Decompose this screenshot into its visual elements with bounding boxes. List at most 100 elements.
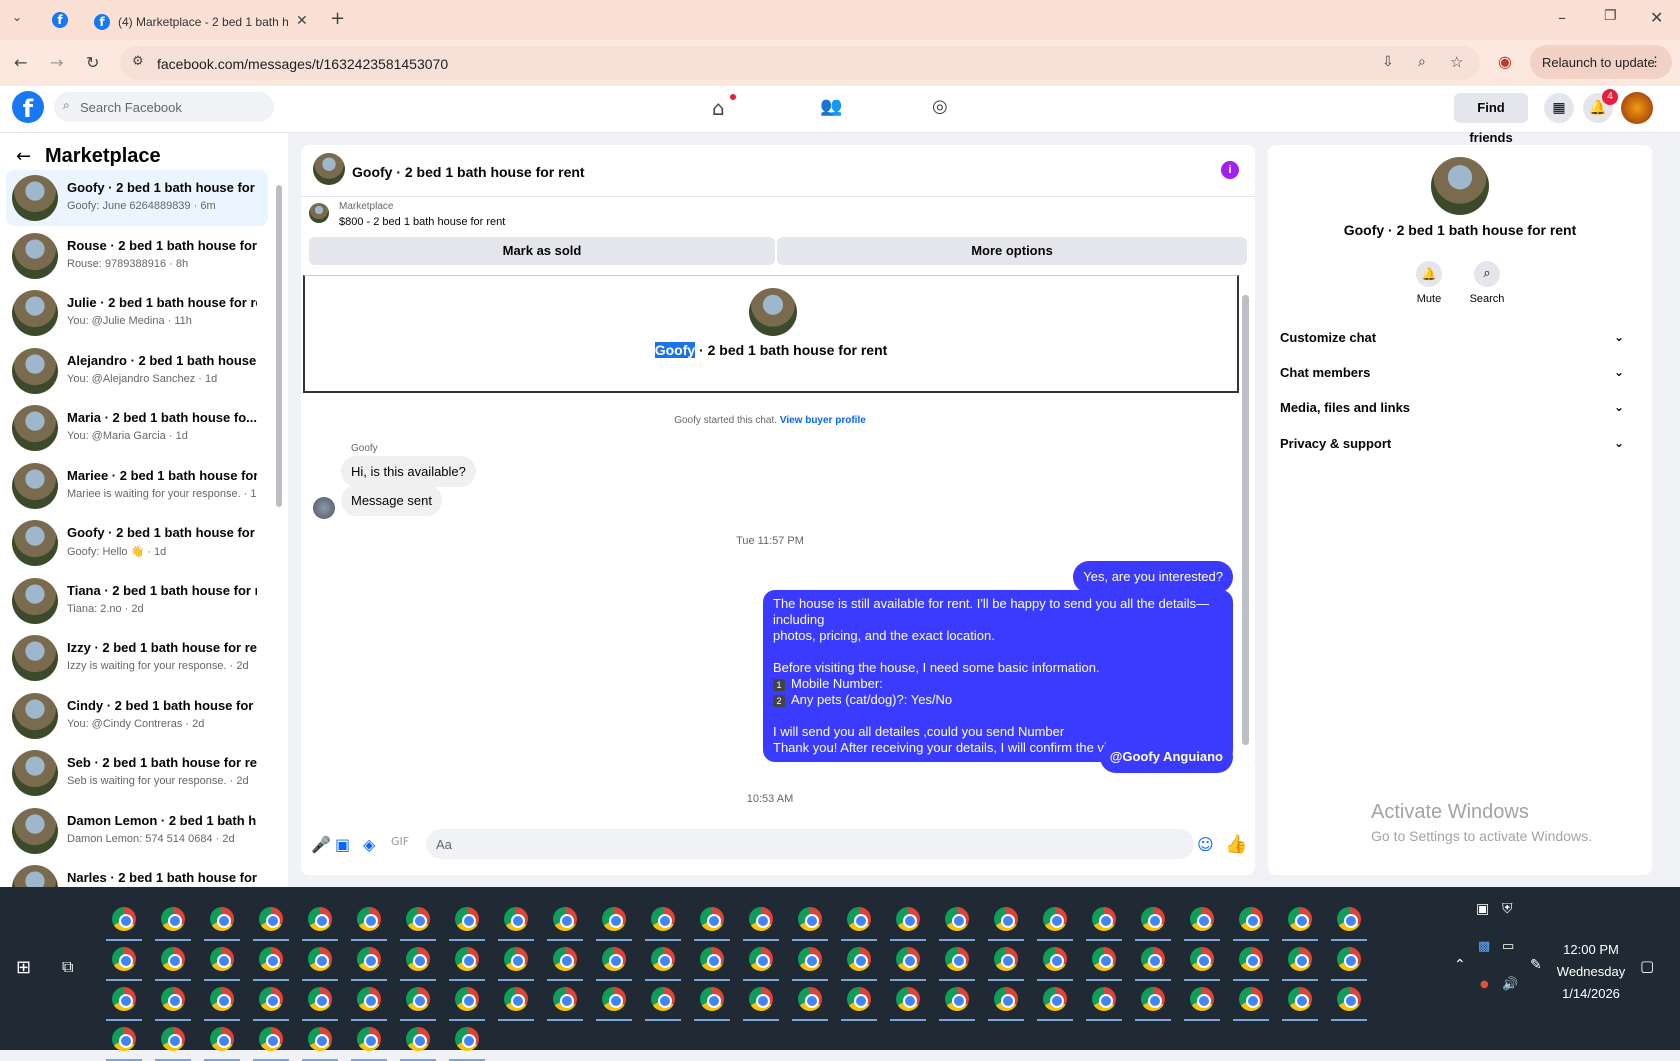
chrome-taskbar-icon[interactable] [1141, 987, 1165, 1011]
outgoing-message-long[interactable]: The house is still available for rent. I… [763, 590, 1233, 762]
install-app-icon[interactable]: ⇩ [1382, 54, 1394, 70]
scrollbar[interactable] [276, 185, 282, 507]
chrome-taskbar-icon[interactable] [455, 1027, 479, 1051]
chrome-taskbar-icon[interactable] [112, 947, 136, 971]
photo-icon[interactable]: ▣ [335, 835, 350, 854]
chrome-taskbar-icon[interactable] [112, 1027, 136, 1051]
groups-icon[interactable]: ◎ [932, 96, 948, 117]
chrome-taskbar-icon[interactable] [1288, 987, 1312, 1011]
pinned-tab-facebook[interactable]: f [42, 6, 78, 40]
chrome-taskbar-icon[interactable] [112, 907, 136, 931]
task-view-icon[interactable]: ⧉ [62, 957, 73, 977]
details-avatar[interactable] [1431, 157, 1489, 215]
chrome-taskbar-icon[interactable] [553, 947, 577, 971]
chrome-taskbar-icon[interactable] [798, 987, 822, 1011]
chrome-taskbar-icon[interactable] [1337, 987, 1361, 1011]
chrome-taskbar-icon[interactable] [1043, 987, 1067, 1011]
chrome-taskbar-icon[interactable] [651, 907, 675, 931]
chrome-taskbar-icon[interactable] [406, 987, 430, 1011]
network-icon[interactable]: ▭ [1502, 939, 1514, 954]
chrome-taskbar-icon[interactable] [602, 907, 626, 931]
chrome-taskbar-icon[interactable] [308, 987, 332, 1011]
chrome-taskbar-icon[interactable] [357, 987, 381, 1011]
chrome-taskbar-icon[interactable] [945, 907, 969, 931]
chrome-taskbar-icon[interactable] [1239, 907, 1263, 931]
account-avatar[interactable] [1621, 92, 1653, 124]
incoming-message[interactable]: Message sent [341, 485, 442, 516]
chrome-taskbar-icon[interactable] [1092, 907, 1116, 931]
chrome-taskbar-icon[interactable] [994, 907, 1018, 931]
new-tab-icon[interactable]: + [330, 8, 345, 29]
zoom-icon[interactable]: ⌕ [1418, 54, 1426, 70]
chrome-taskbar-icon[interactable] [847, 987, 871, 1011]
chrome-taskbar-icon[interactable] [1337, 947, 1361, 971]
conversation-item[interactable]: Izzy · 2 bed 1 bath house for rent Izzy i… [6, 630, 268, 686]
chrome-taskbar-icon[interactable] [994, 987, 1018, 1011]
battery-icon[interactable]: ● [1480, 979, 1489, 990]
chrome-taskbar-icon[interactable] [161, 907, 185, 931]
info-icon[interactable]: i [1221, 161, 1239, 179]
more-options-button[interactable]: More options [777, 237, 1247, 265]
profile-icon[interactable]: ◉ [1498, 52, 1512, 71]
chrome-taskbar-icon[interactable] [1190, 987, 1214, 1011]
chrome-taskbar-icon[interactable] [553, 987, 577, 1011]
chat-title[interactable]: Goofy · 2 bed 1 bath house for rent [352, 164, 585, 180]
chrome-taskbar-icon[interactable] [455, 907, 479, 931]
chrome-taskbar-icon[interactable] [1141, 907, 1165, 931]
chrome-taskbar-icon[interactable] [1288, 947, 1312, 971]
chrome-taskbar-icon[interactable] [357, 947, 381, 971]
chrome-taskbar-icon[interactable] [504, 907, 528, 931]
gif-icon[interactable]: GIF [391, 835, 409, 848]
chrome-taskbar-icon[interactable] [1092, 947, 1116, 971]
sticker-icon[interactable]: ◈ [363, 835, 375, 854]
chat-avatar[interactable] [313, 153, 345, 185]
conversation-item[interactable]: Mariee · 2 bed 1 bath house for ... Marie… [6, 458, 268, 514]
chrome-taskbar-icon[interactable] [161, 947, 185, 971]
chrome-taskbar-icon[interactable] [112, 987, 136, 1011]
chrome-taskbar-icon[interactable] [210, 987, 234, 1011]
chrome-taskbar-icon[interactable] [210, 907, 234, 931]
find-friends-button[interactable]: Find friends [1454, 93, 1528, 145]
chrome-taskbar-icon[interactable] [945, 987, 969, 1011]
forward-icon[interactable]: → [50, 53, 63, 72]
media-files-links-item[interactable]: Media, files and links ⌄ [1280, 400, 1636, 430]
chrome-taskbar-icon[interactable] [847, 907, 871, 931]
window-close-icon[interactable]: ✕ [1650, 8, 1663, 27]
conversation-item[interactable]: Maria · 2 bed 1 bath house fo... You: @Ma… [6, 400, 268, 456]
chrome-taskbar-icon[interactable] [1190, 907, 1214, 931]
chrome-taskbar-icon[interactable] [896, 907, 920, 931]
chrome-taskbar-icon[interactable] [749, 907, 773, 931]
sender-avatar[interactable] [313, 497, 335, 519]
incoming-message[interactable]: Hi, is this available? [341, 456, 476, 487]
conversation-item[interactable]: Cindy · 2 bed 1 bath house for r... You: … [6, 688, 268, 744]
search-icon[interactable]: ⌕ [1474, 261, 1500, 287]
conversation-item[interactable]: Seb · 2 bed 1 bath house for rent Seb is … [6, 745, 268, 801]
chrome-taskbar-icon[interactable] [259, 987, 283, 1011]
chrome-taskbar-icon[interactable] [161, 987, 185, 1011]
chrome-taskbar-icon[interactable] [700, 987, 724, 1011]
site-info-icon[interactable]: ⚙ [132, 54, 144, 69]
conversation-item[interactable]: Goofy · 2 bed 1 bath house for r... Goofy… [6, 515, 268, 571]
back-icon[interactable]: ← [14, 53, 27, 72]
chrome-taskbar-icon[interactable] [553, 907, 577, 931]
conversation-item[interactable]: Damon Lemon · 2 bed 1 bath h... Damon Lem… [6, 803, 268, 859]
home-icon[interactable]: ⌂ [712, 96, 725, 120]
microphone-icon[interactable]: 🎤 [311, 835, 331, 854]
reload-icon[interactable]: ↻ [86, 53, 99, 72]
notification-center-icon[interactable]: ▢ [1640, 957, 1654, 975]
restore-icon[interactable]: ❐ [1604, 8, 1617, 24]
chrome-taskbar-icon[interactable] [945, 947, 969, 971]
chrome-taskbar-icon[interactable] [455, 987, 479, 1011]
listing-title[interactable]: $800 - 2 bed 1 bath house for rent [339, 216, 505, 228]
more-menu-icon[interactable]: ⋮ [1649, 54, 1662, 70]
chrome-taskbar-icon[interactable] [1043, 947, 1067, 971]
chrome-taskbar-icon[interactable] [896, 987, 920, 1011]
minimize-icon[interactable]: – [1558, 8, 1566, 27]
chrome-taskbar-icon[interactable] [406, 1027, 430, 1051]
chrome-taskbar-icon[interactable] [1239, 947, 1263, 971]
chrome-taskbar-icon[interactable] [1092, 987, 1116, 1011]
chrome-taskbar-icon[interactable] [308, 1027, 332, 1051]
menu-grid-icon[interactable]: ▦ [1544, 93, 1574, 123]
bookmark-star-icon[interactable]: ☆ [1450, 53, 1463, 71]
chrome-taskbar-icon[interactable] [504, 947, 528, 971]
